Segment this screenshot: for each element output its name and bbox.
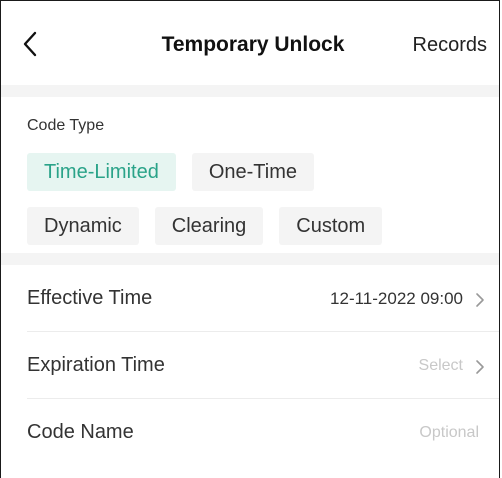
expiration-time-label: Expiration Time — [27, 354, 165, 376]
expiration-time-placeholder: Select — [418, 357, 463, 374]
code-type-label: Code Type — [27, 117, 105, 134]
code-type-row-2: Dynamic Clearing Custom — [27, 207, 499, 245]
section-divider — [1, 85, 499, 97]
chevron-right-icon — [475, 359, 485, 375]
code-type-time-limited[interactable]: Time-Limited — [27, 153, 176, 191]
effective-time-label: Effective Time — [27, 287, 153, 309]
code-name-row[interactable]: Code Name Optional — [27, 399, 499, 465]
expiration-time-row[interactable]: Expiration Time Select — [27, 332, 499, 399]
code-type-section: Code Type Time-Limited One-Time Dynamic … — [1, 97, 499, 253]
code-name-label: Code Name — [27, 421, 134, 443]
code-type-clearing[interactable]: Clearing — [154, 207, 264, 245]
records-link[interactable]: Records — [413, 34, 487, 57]
settings-list: Effective Time 12-11-2022 09:00 Expirati… — [1, 265, 499, 465]
header: Temporary Unlock Records — [1, 1, 499, 85]
effective-time-row[interactable]: Effective Time 12-11-2022 09:00 — [27, 265, 499, 332]
code-type-one-time[interactable]: One-Time — [191, 153, 315, 191]
effective-time-value: 12-11-2022 09:00 — [330, 289, 463, 308]
code-type-dynamic[interactable]: Dynamic — [27, 207, 139, 245]
code-type-row-1: Time-Limited One-Time — [27, 153, 499, 191]
app-screen: Temporary Unlock Records Code Type Time-… — [0, 0, 500, 478]
section-divider — [1, 253, 499, 265]
code-name-input[interactable]: Optional — [419, 424, 479, 442]
chevron-right-icon — [475, 292, 485, 308]
code-type-custom[interactable]: Custom — [279, 207, 383, 245]
